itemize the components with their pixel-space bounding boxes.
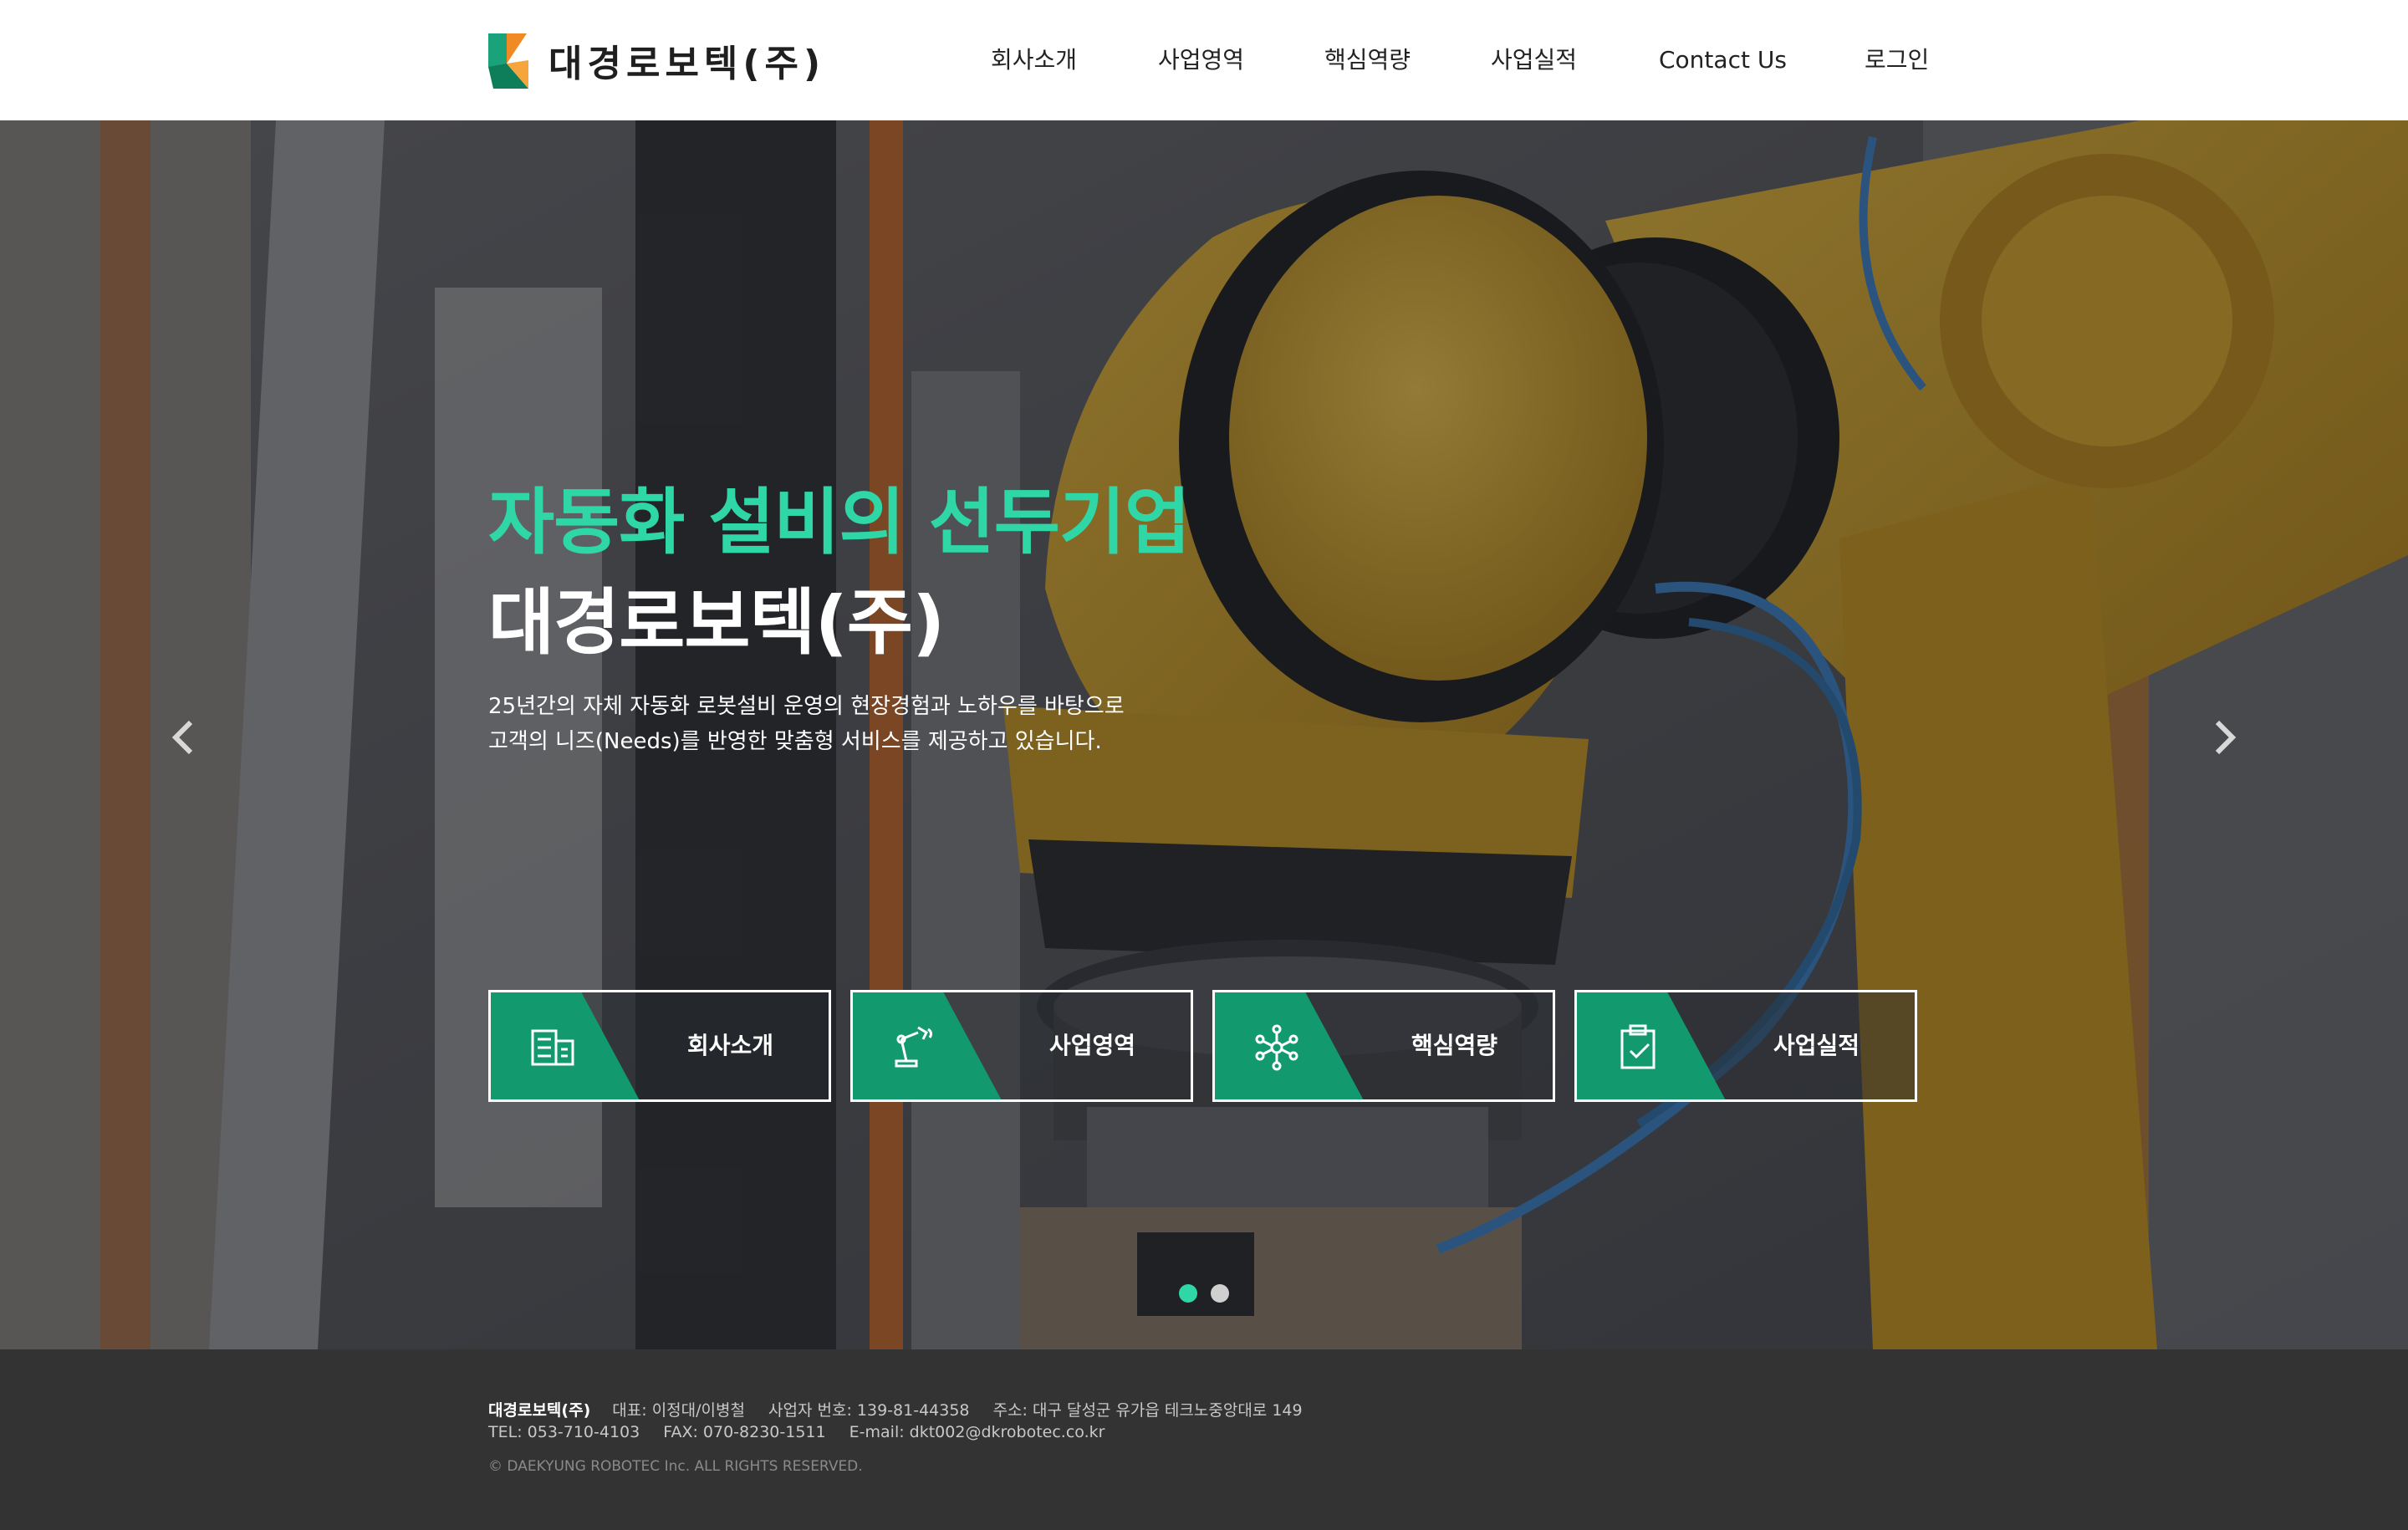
next-slide-button[interactable] bbox=[2199, 712, 2249, 762]
footer-company: 대경로보텍(주) bbox=[488, 1401, 591, 1420]
robot-arm-icon bbox=[895, 1026, 933, 1068]
footer-biz-no: 사업자 번호: 139-81-44358 bbox=[768, 1401, 970, 1420]
nav-competency[interactable]: 핵심역량 bbox=[1324, 42, 1411, 79]
nav-login[interactable]: 로그인 bbox=[1865, 42, 1929, 79]
quick-link-business[interactable]: 사업영역 bbox=[850, 990, 1193, 1102]
building-icon bbox=[531, 1029, 574, 1066]
hero-title-white: 대경로보텍(주) bbox=[488, 581, 945, 665]
nav-performance[interactable]: 사업실적 bbox=[1491, 42, 1577, 79]
footer-email: E-mail: dkt002@dkrobotec.co.kr bbox=[849, 1423, 1105, 1441]
slider-dot-1[interactable] bbox=[1179, 1284, 1197, 1303]
network-icon bbox=[1255, 1024, 1298, 1071]
hero-desc-line1: 25년간의 자체 자동화 로봇설비 운영의 현장경험과 노하우를 바탕으로 bbox=[488, 694, 1125, 719]
chevron-left-icon bbox=[171, 720, 193, 755]
quick-link-label: 사업실적 bbox=[1773, 1032, 1860, 1059]
site-header: 대경로보텍(주) 회사소개 사업영역 핵심역량 사업실적 Contact Us … bbox=[0, 0, 2408, 120]
nav-business[interactable]: 사업영역 bbox=[1158, 42, 1244, 79]
footer-address: 주소: 대구 달성군 유가읍 테크노중앙대로 149 bbox=[992, 1401, 1303, 1420]
quick-link-company[interactable]: 회사소개 bbox=[488, 990, 831, 1102]
footer-copyright: © DAEKYUNG ROBOTEC Inc. ALL RIGHTS RESER… bbox=[488, 1458, 863, 1475]
quick-link-competency[interactable]: 핵심역량 bbox=[1212, 990, 1555, 1102]
footer-tel: TEL: 053-710-4103 bbox=[488, 1423, 640, 1441]
site-footer: 대경로보텍(주) 대표: 이정대/이병철 사업자 번호: 139-81-4435… bbox=[0, 1349, 2408, 1530]
quick-link-performance[interactable]: 사업실적 bbox=[1574, 990, 1917, 1102]
slider-dot-2[interactable] bbox=[1211, 1284, 1229, 1303]
quick-link-label: 회사소개 bbox=[686, 1032, 773, 1059]
hero-slider: 자동화 설비의 선두기업 대경로보텍(주) 25년간의 자체 자동화 로봇설비 … bbox=[0, 120, 2408, 1349]
footer-info-line2: TEL: 053-710-4103 FAX: 070-8230-1511 E-m… bbox=[488, 1423, 1123, 1441]
hero-title-green: 자동화 설비의 선두기업 bbox=[488, 481, 1191, 564]
prev-slide-button[interactable] bbox=[159, 712, 209, 762]
nav-company[interactable]: 회사소개 bbox=[991, 42, 1077, 79]
logo-mark-icon bbox=[488, 30, 530, 90]
logo[interactable]: 대경로보텍(주) bbox=[488, 30, 825, 90]
clipboard-check-icon bbox=[1620, 1024, 1656, 1069]
footer-ceo: 대표: 이정대/이병철 bbox=[612, 1401, 745, 1420]
quick-link-label: 핵심역량 bbox=[1411, 1032, 1497, 1059]
hero-overlay bbox=[0, 120, 2408, 1349]
logo-text: 대경로보텍(주) bbox=[548, 43, 826, 85]
chevron-right-icon bbox=[2215, 720, 2237, 755]
quick-link-label: 사업영역 bbox=[1048, 1032, 1135, 1059]
hero-desc-line2: 고객의 니즈(Needs)를 반영한 맞춤형 서비스를 제공하고 있습니다. bbox=[488, 729, 1102, 754]
footer-info-line1: 대경로보텍(주) 대표: 이정대/이병철 사업자 번호: 139-81-4435… bbox=[488, 1398, 1321, 1420]
nav-contact[interactable]: Contact Us bbox=[1659, 42, 1787, 79]
hero-description: 25년간의 자체 자동화 로봇설비 운영의 현장경험과 노하우를 바탕으로 고객… bbox=[488, 689, 1125, 759]
footer-fax: FAX: 070-8230-1511 bbox=[663, 1423, 826, 1441]
